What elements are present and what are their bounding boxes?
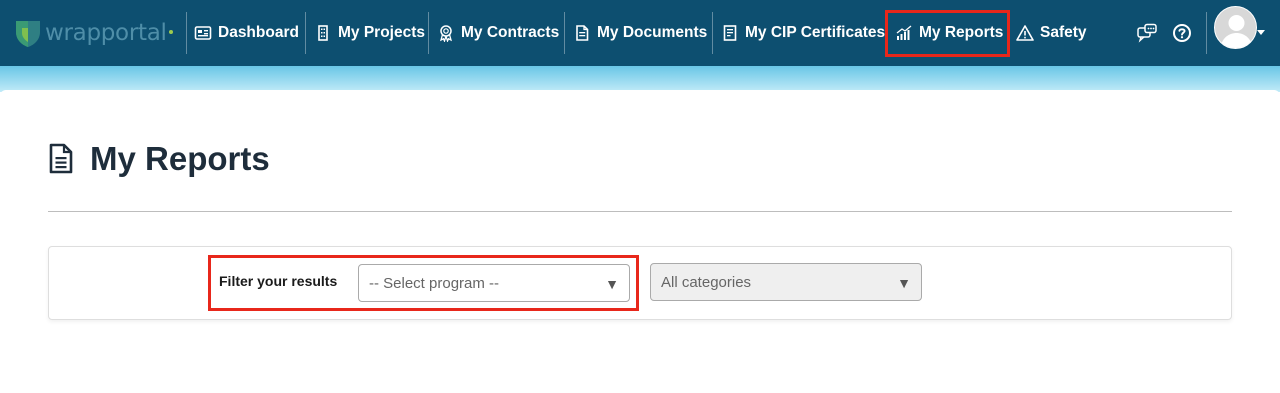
shield-logo-icon	[16, 21, 40, 47]
filter-highlight-box	[208, 255, 639, 311]
nav-item-dashboard[interactable]: Dashboard	[194, 20, 299, 46]
nav-separator	[186, 12, 187, 54]
nav-item-my-documents[interactable]: My Documents	[573, 20, 707, 46]
nav-separator	[428, 12, 429, 54]
nav-item-my-contracts[interactable]: My Contracts	[437, 20, 559, 46]
app-logo[interactable]: wrapportal	[14, 18, 173, 48]
category-select[interactable]: All categories ▼	[650, 263, 922, 301]
nav-label: My Contracts	[461, 24, 560, 41]
dropdown-arrow-icon: ▼	[897, 275, 911, 291]
nav-item-my-cip-certificates[interactable]: My CIP Certificates	[721, 20, 885, 46]
nav-label: My Projects	[338, 24, 426, 41]
dashboard-icon	[194, 24, 212, 42]
warning-icon	[1016, 24, 1034, 42]
logo-dot	[168, 30, 173, 34]
nav-separator	[712, 12, 713, 54]
main-content-card	[0, 90, 1280, 393]
award-icon	[437, 24, 455, 42]
avatar[interactable]	[1214, 6, 1257, 49]
help-icon[interactable]	[1171, 22, 1193, 44]
nav-label: Dashboard	[218, 24, 299, 41]
page-title: My Reports	[90, 140, 270, 177]
my-reports-highlight-box	[885, 10, 1010, 57]
nav-item-safety[interactable]: Safety	[1016, 20, 1087, 46]
nav-separator	[305, 12, 306, 54]
title-divider	[48, 211, 1232, 212]
nav-item-my-projects[interactable]: My Projects	[314, 20, 425, 46]
nav-separator	[564, 12, 565, 54]
nav-label: Safety	[1040, 24, 1087, 41]
nav-label: My CIP Certificates	[745, 24, 886, 41]
certificate-icon	[721, 24, 739, 42]
chevron-down-icon[interactable]	[1257, 30, 1265, 35]
building-icon	[314, 24, 332, 42]
nav-label: My Documents	[597, 24, 708, 41]
chat-icon[interactable]	[1136, 22, 1158, 44]
nav-separator	[1206, 12, 1207, 54]
logo-text: wrapportal	[45, 20, 167, 46]
header-gradient-band	[0, 66, 1280, 92]
document-icon	[49, 143, 73, 174]
category-select-value: All categories	[661, 273, 752, 291]
documents-icon	[573, 24, 591, 42]
user-silhouette-icon	[1220, 15, 1253, 48]
